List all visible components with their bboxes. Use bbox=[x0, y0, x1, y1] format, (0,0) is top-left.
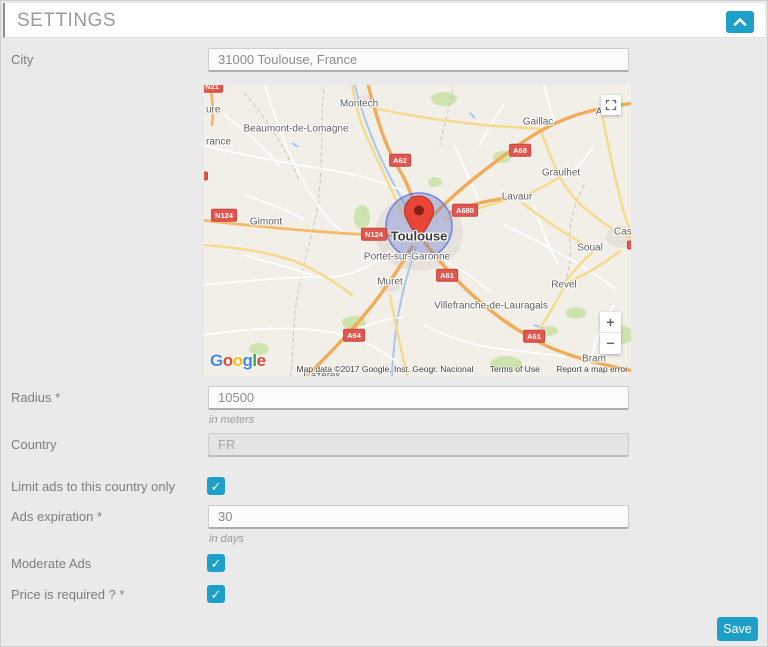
map-town-label: Villefranche-de-Lauragais bbox=[434, 301, 548, 312]
ads-expiration-input[interactable] bbox=[208, 505, 629, 529]
map-town-label: rance bbox=[206, 137, 231, 148]
road-badge: A62 bbox=[389, 154, 411, 167]
page-title: SETTINGS bbox=[17, 3, 116, 38]
zoom-in-button[interactable]: + bbox=[600, 312, 621, 333]
collapse-button[interactable] bbox=[726, 11, 754, 33]
google-logo[interactable]: Google bbox=[210, 351, 266, 371]
fullscreen-button[interactable] bbox=[601, 95, 621, 115]
map-town-label: Revel bbox=[551, 280, 577, 291]
road-badge: A64 bbox=[343, 329, 365, 342]
map-marker-label: Toulouse bbox=[391, 229, 448, 244]
map-town-label: Bram bbox=[582, 354, 606, 365]
map-town-label: Portet-sur-Garonne bbox=[364, 252, 450, 263]
map-town-label: Cas bbox=[614, 227, 631, 238]
map-zoom-control: + − bbox=[600, 312, 621, 354]
map-town-label: Soual bbox=[577, 243, 603, 254]
settings-panel: SETTINGS City bbox=[0, 0, 768, 647]
google-logo-letter: e bbox=[257, 351, 266, 370]
google-logo-letter: o bbox=[233, 351, 243, 370]
radius-helper-text: in meters bbox=[209, 414, 254, 426]
road-badge: N124 bbox=[361, 228, 387, 241]
country-label: Country bbox=[11, 433, 201, 457]
road-badge: A61 bbox=[523, 330, 545, 343]
report-map-error-link[interactable]: Report a map error bbox=[556, 364, 628, 374]
city-input[interactable] bbox=[208, 48, 629, 72]
map-attribution: Map data ©2017 Google, Inst. Geogr. Naci… bbox=[297, 364, 629, 374]
fullscreen-icon bbox=[605, 99, 617, 111]
chevron-up-icon bbox=[733, 17, 747, 27]
save-button[interactable]: Save bbox=[717, 617, 758, 641]
map-town-label: Montech bbox=[340, 99, 378, 110]
road-badge: A61 bbox=[436, 269, 458, 282]
map-town-label: ure bbox=[206, 105, 220, 116]
road-badge: N21 bbox=[204, 85, 223, 92]
radius-input[interactable] bbox=[208, 386, 629, 410]
panel-header: SETTINGS bbox=[3, 3, 765, 38]
map-data-text: Map data ©2017 Google, Inst. Geogr. Naci… bbox=[297, 364, 474, 374]
ads-expiration-helper-text: in days bbox=[209, 533, 244, 545]
limit-country-label: Limit ads to this country only bbox=[11, 478, 201, 496]
map-town-label: Beaumont-de-Lomagne bbox=[243, 124, 348, 135]
city-label: City bbox=[11, 48, 201, 72]
road-badge: A68 bbox=[509, 144, 531, 157]
road-badge bbox=[627, 241, 631, 250]
google-logo-letter: o bbox=[223, 351, 233, 370]
road-badge: N124 bbox=[211, 209, 237, 222]
map-town-label: Gimont bbox=[250, 217, 282, 228]
google-logo-letter: G bbox=[210, 351, 223, 370]
limit-country-checkbox[interactable] bbox=[207, 477, 225, 495]
country-input bbox=[208, 433, 629, 457]
zoom-out-button[interactable]: − bbox=[600, 333, 621, 354]
road-badge bbox=[204, 172, 208, 181]
map-town-label: Graulhet bbox=[542, 168, 580, 179]
terms-of-use-link[interactable]: Terms of Use bbox=[490, 364, 540, 374]
map-town-label: Gaillac bbox=[523, 117, 554, 128]
ads-expiration-label: Ads expiration * bbox=[11, 505, 201, 529]
google-logo-letter: g bbox=[243, 351, 253, 370]
google-map[interactable]: Toulouse ure rance Montech Beaumont-de-Lomag… bbox=[204, 85, 631, 376]
moderate-ads-label: Moderate Ads bbox=[11, 555, 201, 573]
price-required-label: Price is required ? * bbox=[11, 586, 201, 604]
map-town-label: Muret bbox=[377, 277, 403, 288]
map-town-label: Lavaur bbox=[502, 192, 533, 203]
radius-label: Radius * bbox=[11, 386, 201, 410]
price-required-checkbox[interactable] bbox=[207, 585, 225, 603]
moderate-ads-checkbox[interactable] bbox=[207, 554, 225, 572]
road-badge: A680 bbox=[452, 204, 478, 217]
